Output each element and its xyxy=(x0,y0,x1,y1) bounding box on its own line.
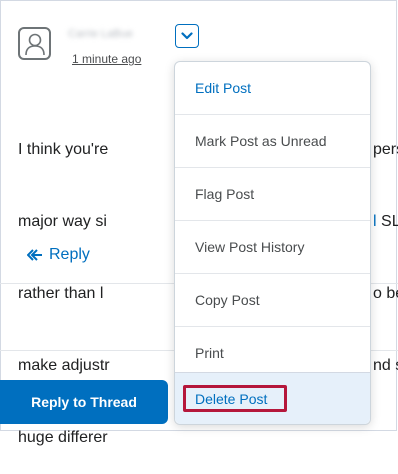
menu-item-edit-post[interactable]: Edit Post xyxy=(175,62,370,114)
reply-to-thread-button[interactable]: Reply to Thread xyxy=(0,380,168,424)
reply-link[interactable]: Reply xyxy=(27,246,90,264)
menu-item-copy-post[interactable]: Copy Post xyxy=(175,274,370,326)
menu-item-mark-unread[interactable]: Mark Post as Unread xyxy=(175,115,370,167)
post-timestamp: 1 minute ago xyxy=(72,52,142,66)
post-body-fragment: nd s xyxy=(373,357,398,374)
user-icon xyxy=(25,33,45,56)
post-body-fragment: l SL xyxy=(373,213,398,230)
post-body-fragment: o be xyxy=(373,285,398,302)
chevron-down-icon xyxy=(181,32,193,40)
menu-item-flag-post[interactable]: Flag Post xyxy=(175,168,370,220)
post-context-menu: Edit Post Mark Post as Unread Flag Post … xyxy=(174,61,371,425)
highlight-box xyxy=(183,385,287,412)
author-name[interactable]: Carrie LaBue xyxy=(68,28,156,40)
reply-all-icon xyxy=(27,249,42,261)
post-body-fragment: pers xyxy=(373,141,398,158)
reply-label: Reply xyxy=(49,246,90,263)
post-body-overflow: pers l SL o be nd s xyxy=(373,90,398,402)
context-menu-button[interactable] xyxy=(175,24,199,48)
avatar[interactable] xyxy=(18,27,51,60)
post-body-line: huge differer xyxy=(18,429,108,446)
menu-item-view-history[interactable]: View Post History xyxy=(175,221,370,273)
menu-item-delete-post[interactable]: Delete Post xyxy=(175,372,370,424)
